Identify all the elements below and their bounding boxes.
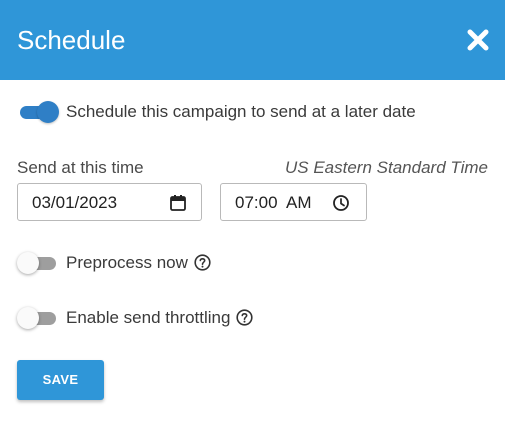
- throttling-row: Enable send throttling: [66, 308, 254, 328]
- send-date-value: 03/01/2023: [32, 193, 118, 212]
- help-icon[interactable]: [236, 309, 254, 326]
- save-button[interactable]: SAVE: [17, 360, 104, 400]
- timezone-label: US Eastern Standard Time: [285, 158, 488, 177]
- throttling-toggle[interactable]: [17, 307, 59, 329]
- send-time-input[interactable]: 07:00 AM: [220, 183, 367, 221]
- preprocess-row: Preprocess now: [66, 253, 211, 273]
- preprocess-toggle[interactable]: [17, 252, 59, 274]
- schedule-later-label: Schedule this campaign to send at a late…: [66, 102, 416, 121]
- throttling-label: Enable send throttling: [66, 308, 231, 327]
- close-icon[interactable]: [465, 27, 491, 53]
- calendar-icon[interactable]: [169, 194, 187, 212]
- send-time-value: 07:00 AM: [235, 193, 312, 212]
- clock-icon[interactable]: [332, 194, 350, 212]
- dialog-title: Schedule: [17, 25, 126, 55]
- preprocess-label: Preprocess now: [66, 253, 188, 272]
- send-date-input[interactable]: 03/01/2023: [17, 183, 202, 221]
- toggle-knob: [17, 307, 39, 329]
- schedule-later-toggle[interactable]: [17, 101, 59, 123]
- send-time-label: Send at this time: [17, 158, 144, 177]
- dialog-header: Schedule: [0, 0, 505, 80]
- help-icon[interactable]: [194, 254, 211, 271]
- toggle-knob: [17, 252, 39, 274]
- toggle-knob: [37, 101, 59, 123]
